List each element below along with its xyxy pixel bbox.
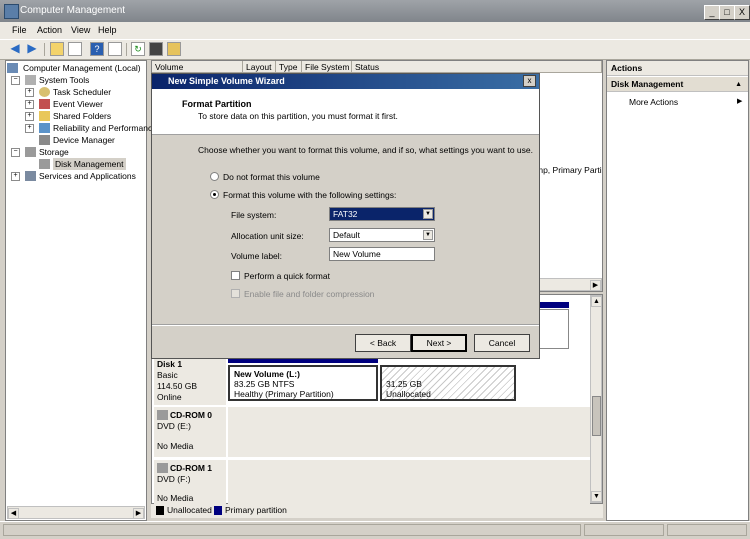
partition-new-volume[interactable]: New Volume (L:) 83.25 GB NTFS Healthy (P… [228,365,378,401]
computer-icon [7,63,18,73]
format-volume-radio[interactable] [210,190,219,199]
show-hide-tree-icon[interactable] [68,42,82,56]
file-system-label: File system: [231,210,277,220]
dialog-title-bar[interactable]: New Simple Volume Wizard x [152,74,539,89]
chevron-down-icon[interactable]: ▼ [423,230,433,240]
export-icon[interactable] [149,42,163,56]
expand-icon[interactable]: + [25,112,34,121]
scroll-right-icon[interactable]: ▶ [133,508,144,519]
compression-checkbox [231,289,240,298]
file-system-select[interactable]: FAT32 ▼ [329,207,435,221]
up-folder-icon[interactable] [50,42,64,56]
allocation-unit-select[interactable]: Default ▼ [329,228,435,242]
expand-icon[interactable]: + [25,100,34,109]
chevron-down-icon[interactable]: ▼ [423,209,433,219]
actions-section-disk-management[interactable]: Disk Management ▲ [607,77,748,92]
tools-icon [25,75,36,85]
scroll-up-icon[interactable]: ▲ [591,296,602,307]
forward-arrow-icon[interactable]: ▶ [25,42,39,56]
allocation-unit-label: Allocation unit size: [231,231,304,241]
storage-icon [25,147,36,157]
status-bar [0,521,750,539]
scroll-thumb[interactable] [592,396,601,436]
back-arrow-icon[interactable]: ◀ [8,42,22,56]
disk-1-header[interactable]: Disk 1 Basic 114.50 GB Online [154,357,226,405]
disk-management-icon [39,159,50,169]
disk-view-vertical-scrollbar[interactable]: ▲ ▼ [590,295,602,503]
menu-file[interactable]: File [12,25,27,35]
collapse-section-icon[interactable]: ▲ [735,77,742,92]
refresh-icon[interactable]: ↻ [131,42,145,56]
dialog-subheading: To store data on this partition, you mus… [198,111,398,121]
format-volume-label[interactable]: Format this volume with the following se… [223,190,396,200]
tree-horizontal-scrollbar[interactable]: ◀ ▶ [7,506,145,519]
shared-folder-icon [39,111,50,121]
device-manager-icon [39,135,50,145]
actions-pane: Actions Disk Management ▲ More Actions ▶ [606,60,749,521]
new-simple-volume-wizard: New Simple Volume Wizard x Format Partit… [151,73,540,359]
back-button[interactable]: < Back [355,334,411,352]
scroll-left-icon[interactable]: ◀ [8,508,19,519]
minimize-button[interactable]: _ [704,5,720,20]
window-title-bar[interactable]: Computer Management _ □ X [0,0,750,22]
services-icon [25,171,36,181]
computer-management-icon [4,4,19,19]
menu-action[interactable]: Action [37,25,62,35]
actions-header: Actions [607,61,748,76]
column-volume[interactable]: Volume [152,61,243,73]
help-icon[interactable]: ? [90,42,104,56]
expand-icon[interactable]: + [25,124,34,133]
dialog-header: Format Partition To store data on this p… [152,89,539,135]
do-not-format-label[interactable]: Do not format this volume [223,172,320,182]
column-status[interactable]: Status [352,61,602,73]
menu-help[interactable]: Help [98,25,117,35]
expand-icon[interactable]: + [11,172,20,181]
volume-label-input[interactable]: New Volume [329,247,435,261]
expand-icon[interactable]: + [25,88,34,97]
console-tree: Computer Management (Local) − System Too… [5,60,157,521]
more-actions-item[interactable]: More Actions [629,97,678,107]
event-viewer-icon [39,99,50,109]
window-title: Computer Management [20,5,126,16]
unallocated-swatch [156,506,164,515]
close-button[interactable]: X [734,5,750,20]
cancel-button[interactable]: Cancel [474,334,530,352]
volume-status-cell: mp, Primary Parti [536,165,602,175]
cdrom-icon [157,410,168,420]
column-type[interactable]: Type [276,61,302,73]
column-file-system[interactable]: File System [302,61,352,73]
collapse-icon[interactable]: − [11,76,20,85]
cdrom-1-header[interactable]: CD-ROM 1 DVD (F:) No Media [154,460,226,510]
cdrom-icon [157,463,168,473]
menu-bar: File Action View Help [0,22,750,39]
properties-icon[interactable] [108,42,122,56]
dialog-title: New Simple Volume Wizard [168,76,285,86]
cdrom-0-header[interactable]: CD-ROM 0 DVD (E:) No Media [154,407,226,457]
quick-format-label[interactable]: Perform a quick format [244,271,330,281]
menu-view[interactable]: View [71,25,90,35]
volume-label-label: Volume label: [231,251,283,261]
do-not-format-radio[interactable] [210,172,219,181]
settings-icon[interactable] [167,42,181,56]
dialog-close-button[interactable]: x [523,75,536,87]
toolbar: ◀ ▶ ? ↻ [0,39,750,60]
scroll-right-icon[interactable]: ▶ [590,280,601,291]
collapse-icon[interactable]: − [11,148,20,157]
legend: Unallocated Primary partition [151,504,603,518]
dialog-instruction: Choose whether you want to format this v… [198,145,533,155]
performance-icon [39,123,50,133]
quick-format-checkbox[interactable] [231,271,240,280]
submenu-arrow-icon: ▶ [737,98,743,105]
partition-unallocated[interactable]: 31.25 GB Unallocated [380,365,516,401]
scroll-down-icon[interactable]: ▼ [591,491,602,502]
next-button[interactable]: Next > [411,334,467,352]
maximize-button[interactable]: □ [719,5,735,20]
dialog-heading: Format Partition [182,99,252,109]
clock-icon [39,87,50,97]
primary-partition-swatch [214,506,222,515]
column-layout[interactable]: Layout [243,61,276,73]
compression-label: Enable file and folder compression [244,289,375,299]
